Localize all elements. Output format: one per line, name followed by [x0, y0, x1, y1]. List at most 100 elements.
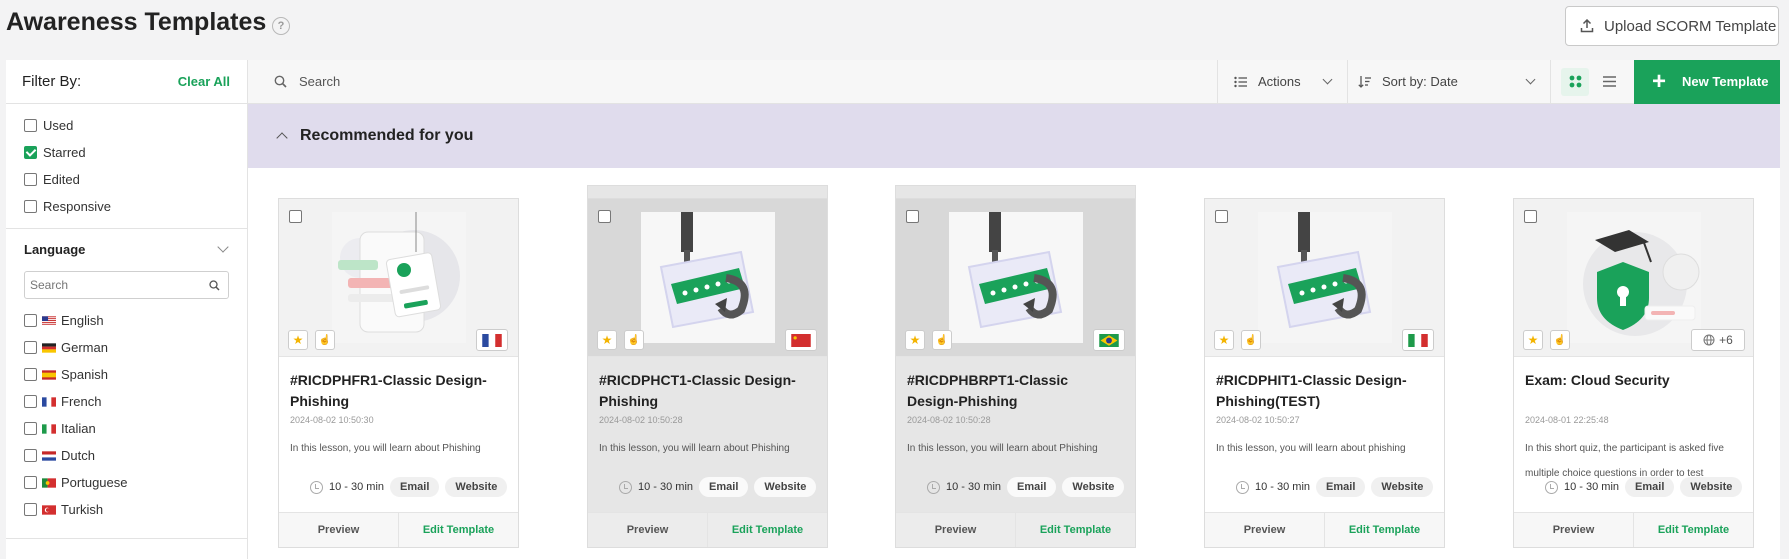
- card-stack-edge: [587, 185, 828, 199]
- preview-button[interactable]: Preview: [1514, 513, 1634, 547]
- template-card[interactable]: ★ ☝ #RICDPHIT1-Classic Design-Phishing(T…: [1204, 198, 1445, 548]
- card-checkbox[interactable]: [906, 210, 919, 223]
- recommended-header[interactable]: Recommended for you: [248, 104, 1780, 168]
- search-input[interactable]: Search: [248, 60, 1217, 103]
- clear-all-link[interactable]: Clear All: [178, 74, 230, 89]
- card-thumbnail[interactable]: ★ ☝: [279, 199, 518, 357]
- card-checkbox[interactable]: [1215, 210, 1228, 223]
- flag-icon: [42, 369, 56, 380]
- language-option-tr[interactable]: Turkish: [6, 496, 247, 523]
- card-thumbnail[interactable]: ★ ☝: [588, 199, 827, 357]
- language-count: +6: [1719, 333, 1733, 347]
- template-card[interactable]: ★ ☝ +6 Exam: Cloud Security 2024-08-01 2…: [1513, 198, 1754, 548]
- filter-used[interactable]: Used: [6, 112, 247, 139]
- card-stack-edge: [895, 185, 1136, 199]
- grid-view-button[interactable]: [1561, 67, 1589, 96]
- edit-template-button[interactable]: Edit Template: [708, 513, 827, 547]
- template-card[interactable]: ★ ☝ #RICDPHFR1-Classic Design-Phishing 2…: [278, 198, 519, 548]
- touch-icon[interactable]: ☝: [315, 330, 335, 350]
- card-date: 2024-08-01 22:25:48: [1525, 415, 1609, 425]
- touch-icon[interactable]: ☝: [932, 330, 952, 350]
- language-search-input[interactable]: Search: [24, 271, 229, 299]
- star-icon[interactable]: ★: [597, 330, 617, 350]
- tag-chip: Website: [1371, 477, 1434, 497]
- touch-icon[interactable]: ☝: [1550, 330, 1570, 350]
- filter-edited[interactable]: Edited: [6, 166, 247, 193]
- list-icon: [1602, 76, 1616, 87]
- card-title: Exam: Cloud Security: [1525, 372, 1670, 388]
- card-checkbox[interactable]: [598, 210, 611, 223]
- card-description: In this lesson, you will learn about Phi…: [907, 443, 1098, 454]
- search-icon: [209, 279, 220, 291]
- checkbox-checked[interactable]: [24, 146, 37, 159]
- checkbox[interactable]: [24, 173, 37, 186]
- star-icon[interactable]: ★: [288, 330, 308, 350]
- card-checkbox[interactable]: [1524, 210, 1537, 223]
- touch-icon[interactable]: ☝: [624, 330, 644, 350]
- checkbox[interactable]: [24, 449, 37, 462]
- checkbox[interactable]: [24, 395, 37, 408]
- checkbox[interactable]: [24, 476, 37, 489]
- card-title: #RICDPHIT1-Classic Design-Phishing(TEST): [1216, 372, 1407, 409]
- language-option-es[interactable]: Spanish: [6, 361, 247, 388]
- edit-template-button[interactable]: Edit Template: [1634, 513, 1753, 547]
- plus-icon: +: [1652, 67, 1667, 95]
- flag-icon: [42, 423, 56, 434]
- filter-responsive[interactable]: Responsive: [6, 193, 247, 220]
- card-thumbnail[interactable]: ★ ☝: [1205, 199, 1444, 357]
- language-option-fr[interactable]: French: [6, 388, 247, 415]
- touch-icon[interactable]: ☝: [1241, 330, 1261, 350]
- card-footer: Preview Edit Template: [896, 512, 1135, 547]
- recommended-title: Recommended for you: [300, 127, 474, 144]
- clock-icon: [619, 480, 632, 494]
- card-thumbnail[interactable]: ★ ☝ +6: [1514, 199, 1753, 357]
- tag-chip: Website: [445, 477, 508, 497]
- tag-chip: Email: [390, 477, 440, 497]
- checkbox[interactable]: [24, 314, 37, 327]
- template-card[interactable]: ★ ☝ #RICDPHCT1-Classic Design-Phishing 2…: [587, 198, 828, 548]
- help-icon[interactable]: ?: [272, 17, 290, 35]
- filter-starred[interactable]: Starred: [6, 139, 247, 166]
- new-template-button[interactable]: + New Template: [1634, 59, 1780, 104]
- preview-button[interactable]: Preview: [1205, 513, 1325, 547]
- star-icon[interactable]: ★: [1214, 330, 1234, 350]
- sort-dropdown[interactable]: Sort by: Date: [1347, 60, 1550, 103]
- upload-scorm-button[interactable]: Upload SCORM Template: [1565, 6, 1779, 46]
- divider: [6, 538, 248, 539]
- language-option-nl[interactable]: Dutch: [6, 442, 247, 469]
- flag-icon: [791, 333, 811, 347]
- card-meta: 10 - 30 min Email Website: [1236, 477, 1434, 497]
- checkbox[interactable]: [24, 422, 37, 435]
- edit-template-button[interactable]: Edit Template: [1325, 513, 1444, 547]
- language-option-pt[interactable]: Portuguese: [6, 469, 247, 496]
- language-option-de[interactable]: German: [6, 334, 247, 361]
- language-option-it[interactable]: Italian: [6, 415, 247, 442]
- checkbox[interactable]: [24, 503, 37, 516]
- checkbox[interactable]: [24, 368, 37, 381]
- actions-dropdown[interactable]: Actions: [1217, 60, 1347, 103]
- language-section-header[interactable]: Language: [6, 229, 247, 269]
- language-option-us[interactable]: English: [6, 307, 247, 334]
- language-flag-badge: [476, 329, 508, 351]
- card-duration: 10 - 30 min: [946, 481, 1002, 493]
- template-card[interactable]: ★ ☝ #RICDPHBRPT1-Classic Design-Phishing…: [895, 198, 1136, 548]
- card-checkbox[interactable]: [289, 210, 302, 223]
- language-search-placeholder: Search: [30, 278, 69, 292]
- filter-title: Filter By:: [22, 73, 82, 90]
- upload-icon: [1580, 19, 1594, 33]
- card-thumbnail[interactable]: ★ ☝: [896, 199, 1135, 357]
- edit-template-button[interactable]: Edit Template: [1016, 513, 1135, 547]
- preview-button[interactable]: Preview: [588, 513, 708, 547]
- list-view-button[interactable]: [1597, 68, 1621, 96]
- star-icon[interactable]: ★: [905, 330, 925, 350]
- preview-button[interactable]: Preview: [279, 513, 399, 547]
- edit-template-button[interactable]: Edit Template: [399, 513, 518, 547]
- chevron-down-icon: [1322, 74, 1333, 85]
- toolbar: Search Actions Sort by: Date + New Templ…: [248, 59, 1780, 104]
- preview-button[interactable]: Preview: [896, 513, 1016, 547]
- flag-icon: [482, 333, 502, 347]
- checkbox[interactable]: [24, 341, 37, 354]
- checkbox[interactable]: [24, 119, 37, 132]
- checkbox[interactable]: [24, 200, 37, 213]
- star-icon[interactable]: ★: [1523, 330, 1543, 350]
